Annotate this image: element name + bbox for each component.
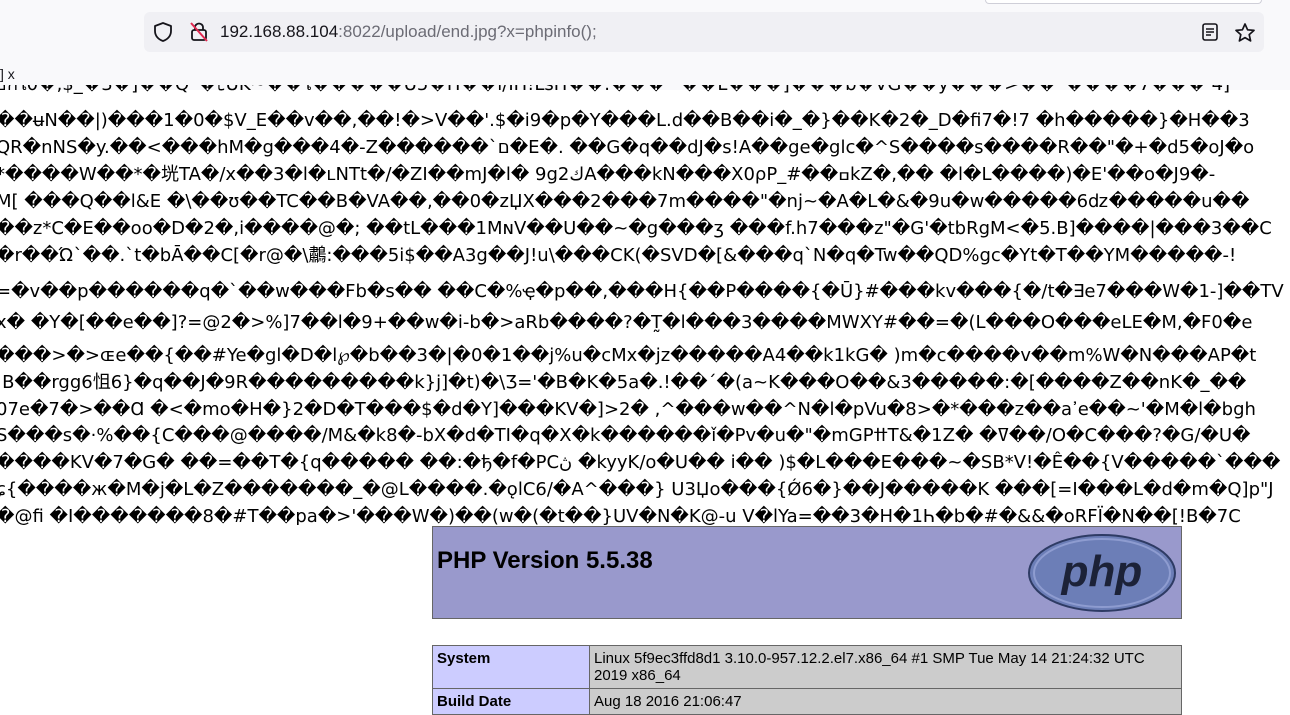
table-value-cell: Aug 18 2016 21:06:47 (589, 688, 1182, 715)
phpinfo-header: PHP Version 5.5.38 php (432, 526, 1182, 619)
raw-output-line: M[ ���Q��l&E �\��ʊ��TC��B�VA��,��0�zЏX��… (0, 191, 1250, 212)
raw-output-line: ธกใ0�,$_�3�]��Q`�ﾋUK~��ใ�����U5�H��l/IH!… (0, 85, 1230, 98)
table-row: System Linux 5f9ec3ffd8d1 3.10.0-957.12.… (432, 645, 1182, 689)
table-label-cell: System (432, 645, 590, 689)
reader-view-icon[interactable] (1200, 22, 1220, 42)
raw-output-line: �@fi �I�������8�#T��pa�>'���W�)��(w�(�t�… (0, 506, 1241, 525)
raw-image-data-output: ธกใ0�,$_�3�]��Q`�ﾋUK~��ใ�����U5�H��l/IH!… (0, 85, 1290, 525)
shield-icon[interactable] (152, 21, 174, 43)
php-logo-text: php (1061, 547, 1143, 596)
raw-output-line: ��z*C�E��oo�D�2�,i����@�; ��tL���1MɴV��U… (0, 218, 1272, 239)
raw-output-line: x� �Y�[��e��]?=@2�>%]7��l�9+��w�i-b�>aRb… (0, 312, 1253, 333)
table-row: Build Date Aug 18 2016 21:06:47 (432, 688, 1182, 715)
insecure-lock-icon[interactable] (188, 21, 210, 43)
raw-output-line: S���s�·%��{C���@����/M&�k8�-bX�d�TI�q�X�… (0, 425, 1251, 446)
dropdown-panel-edge (985, 0, 1262, 4)
raw-output-line: ɕ{����ж�M�j�L�Z�������_�@L����.�ǫlC6/�A^… (0, 479, 1274, 500)
raw-output-line: ��ʉN��|)���1�0�$V_E��v��,��!�>V��'.$�i9�… (0, 110, 1250, 131)
bookmark-star-icon[interactable] (1233, 21, 1257, 45)
php-logo[interactable]: php (1027, 533, 1177, 613)
raw-output-line: :B��rgg6怚6}�q��J�9R���������k}j]�t)�\Ʒ='… (0, 372, 1247, 393)
raw-output-line: �r��Ώ`��.`t�bĀ��C[�r@�\鷫:���5i$��A3g��J!… (0, 245, 1237, 266)
raw-output-line: *����W��*�垙TA�/x��3�l�ʟNTt�/�ZI��mJ�l� 9… (0, 164, 1216, 185)
raw-output-line: 07e�7�>��Ɑ �<�mo�H�}2�D�T���$�d�Y]���KV�… (0, 399, 1256, 420)
raw-output-line: =�v��p������q�`��w���Fb�s�� ��C�%ҿ�p��,�… (0, 281, 1284, 302)
table-label-cell: Build Date (432, 688, 590, 715)
url-text[interactable]: 192.168.88.104:8022/upload/end.jpg?x=php… (220, 22, 597, 42)
bookmark-item[interactable]: ] x (0, 66, 15, 82)
raw-output-line: ����KV�7�G� ��=��T�{q����� ��:�ђ�f�PCڽ �… (0, 452, 1281, 473)
url-host: 192.168.88.104 (220, 22, 339, 41)
php-version-title: PHP Version 5.5.38 (437, 547, 653, 574)
url-path: :8022/upload/end.jpg?x=phpinfo(); (338, 22, 597, 41)
raw-output-line: QR�nNS�y.��<���hM�g���4�-Z������`ם�E�. �… (0, 137, 1255, 158)
table-value-cell: Linux 5f9ec3ffd8d1 3.10.0-957.12.2.el7.x… (589, 645, 1182, 689)
raw-output-line: ���>�>ɶe��{��#Ye�gl�D�l℘�b��3�|�0�1��j%u… (0, 345, 1257, 366)
